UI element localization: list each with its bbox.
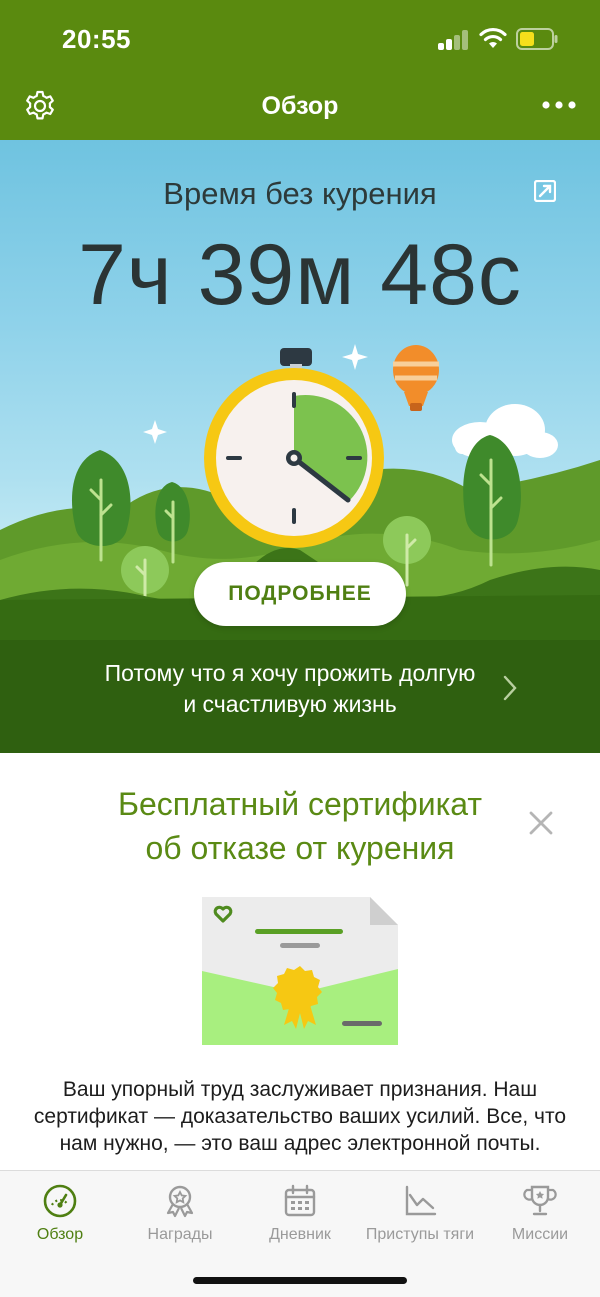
motivation-line-1: Потому что я хочу прожить долгую: [104, 660, 476, 686]
certificate-description: Ваш упорный труд заслуживает признания. …: [33, 1078, 567, 1155]
details-button[interactable]: ПОДРОБНЕЕ: [194, 562, 406, 626]
top-bar: 20:55 Обзор: [0, 0, 600, 140]
tab-label: Дневник: [269, 1226, 331, 1243]
tab-overview[interactable]: Обзор: [0, 1183, 120, 1244]
close-icon[interactable]: [528, 810, 554, 836]
chart-icon: [405, 1185, 437, 1216]
tab-missions[interactable]: Миссии: [480, 1183, 600, 1244]
tab-cravings[interactable]: Приступы тяги: [360, 1183, 480, 1244]
cellular-signal-icon: [438, 30, 470, 50]
wifi-icon: [479, 27, 507, 48]
tab-rewards[interactable]: Награды: [120, 1183, 240, 1244]
certificate-title-line-1: Бесплатный сертификат: [117, 786, 483, 822]
tab-label: Миссии: [511, 1226, 569, 1243]
hot-air-balloon-icon: [393, 345, 439, 411]
smoke-free-label: Время без курения: [163, 176, 437, 211]
share-icon[interactable]: [534, 180, 556, 202]
stopwatch-icon: [204, 348, 384, 548]
calendar-icon: [284, 1184, 316, 1217]
status-time: 20:55: [62, 24, 131, 54]
tab-label: Приступы тяги: [365, 1226, 475, 1243]
more-options-icon[interactable]: [540, 98, 580, 112]
motivation-line-2: и счастливую жизнь: [183, 691, 397, 717]
home-indicator: [193, 1277, 407, 1284]
smoke-free-timer: 7ч 39м 48с: [78, 227, 522, 323]
chevron-right-icon[interactable]: [500, 674, 520, 702]
award-icon: [166, 1185, 194, 1218]
page-title: Обзор: [261, 92, 339, 120]
tab-diary[interactable]: Дневник: [240, 1183, 360, 1244]
battery-icon: [516, 28, 558, 50]
certificate-title-line-2: об отказе от курения: [145, 830, 455, 866]
tab-label: Награды: [147, 1226, 213, 1243]
certificate-title: Бесплатный сертификат об отказе от курен…: [60, 782, 540, 870]
tab-label: Обзор: [36, 1226, 84, 1243]
certificate-illustration: [202, 897, 398, 1045]
motivation-reason[interactable]: Потому что я хочу прожить долгую и счаст…: [60, 658, 520, 720]
trophy-icon: [523, 1185, 557, 1216]
speedometer-icon: [43, 1184, 77, 1218]
